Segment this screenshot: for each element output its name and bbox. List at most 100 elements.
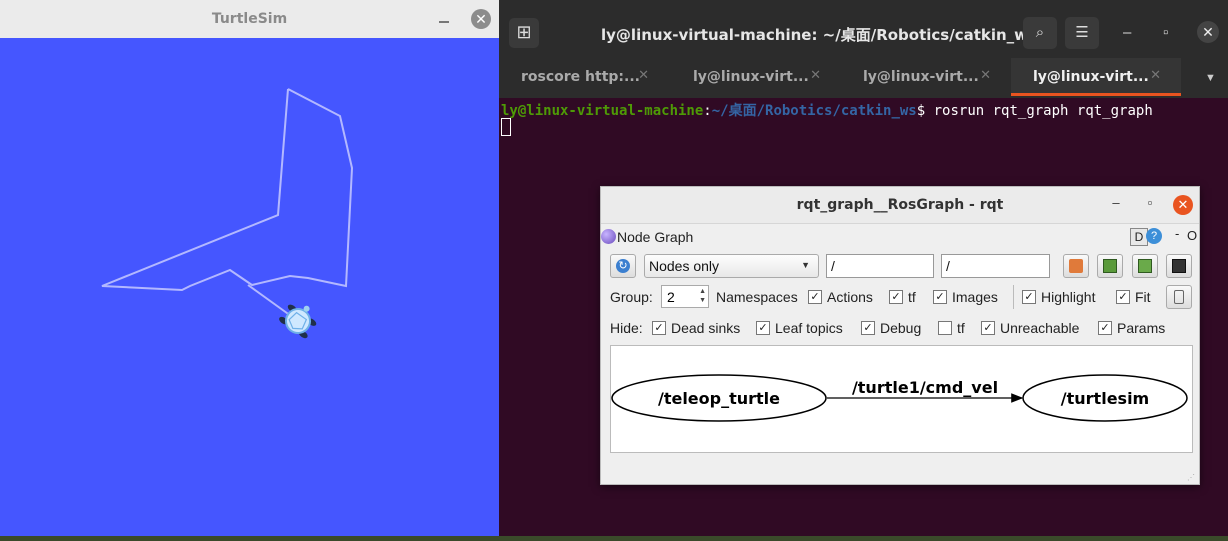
tab-roscore[interactable]: roscore http:... ✕ (499, 58, 669, 96)
search-icon[interactable]: ⌕ (1023, 17, 1057, 49)
group-value: 2 (667, 289, 675, 305)
tab-label: roscore http:... (521, 69, 640, 85)
minimize-icon[interactable] (436, 10, 452, 26)
hamburger-menu-icon[interactable]: ☰ (1065, 17, 1099, 49)
namespace-filter-input[interactable]: / (826, 254, 934, 278)
close-icon[interactable]: ✕ (1197, 21, 1219, 43)
topic-filter-value: / (946, 258, 950, 274)
leaf-topics-label: Leaf topics (775, 320, 843, 336)
refresh-icon: ↻ (616, 259, 630, 273)
tab-label: ly@linux-virt... (693, 69, 809, 85)
tab-terminal-2[interactable]: ly@linux-virt... ✕ (671, 58, 841, 96)
tab-terminal-4[interactable]: ly@linux-virt... ✕ (1011, 58, 1181, 96)
topic-filter-input[interactable]: / (941, 254, 1050, 278)
maximize-icon[interactable]: ▫ (1140, 195, 1160, 215)
fit-checkbox[interactable]: ✓ (1116, 290, 1130, 304)
prompt-separator: : (703, 103, 712, 119)
actions-label: Actions (827, 289, 873, 305)
group-label: Group: (610, 289, 653, 305)
node-graph-plugin-icon (601, 229, 616, 244)
maximize-icon[interactable]: ▫ (1163, 24, 1168, 41)
leaf-topics-checkbox[interactable]: ✓ (756, 321, 770, 335)
plugin-name: Node Graph (617, 229, 694, 245)
resize-grip-icon[interactable]: ⋰ (1187, 473, 1197, 483)
new-tab-icon[interactable]: ⊞ (509, 18, 539, 48)
display-mode-value: Nodes only (649, 258, 720, 274)
terminal-tabbar: roscore http:... ✕ ly@linux-virt... ✕ ly… (499, 58, 1228, 98)
params-checkbox[interactable]: ✓ (1098, 321, 1112, 335)
image-icon (1172, 259, 1186, 273)
prompt-path: ~/桌面/Robotics/catkin_ws (711, 103, 917, 119)
plugin-header: Node Graph D ? - O (601, 225, 1199, 249)
tab-label: ly@linux-virt... (1033, 69, 1149, 85)
unreachable-label: Unreachable (1000, 320, 1080, 336)
highlight-checkbox[interactable]: ✓ (1022, 290, 1036, 304)
tf-checkbox[interactable]: ✓ (889, 290, 903, 304)
terminal-cursor (501, 118, 511, 136)
turtle-trail (101, 88, 354, 292)
rqt-titlebar[interactable]: rqt_graph__RosGraph - rqt – ▫ ✕ (601, 187, 1199, 224)
fit-view-icon (1174, 290, 1184, 304)
minimize-plugin-button[interactable]: - (1175, 226, 1179, 241)
hide-label: Hide: (610, 320, 643, 336)
turtlesim-title: TurtleSim (211, 11, 288, 27)
turtlesim-titlebar[interactable]: TurtleSim ✕ (0, 0, 499, 39)
dead-sinks-checkbox[interactable]: ✓ (652, 321, 666, 335)
save-image-button[interactable] (1166, 254, 1192, 278)
refresh-button[interactable]: ↻ (610, 254, 636, 278)
close-tab-icon[interactable]: ✕ (1150, 68, 1161, 83)
debug-label: Debug (880, 320, 922, 336)
turtlesim-canvas (0, 38, 499, 536)
turtle-icon (279, 304, 317, 339)
group-spinbox[interactable]: 2 ▲ ▼ (661, 285, 709, 308)
fit-in-view-button[interactable] (1166, 285, 1192, 309)
images-checkbox[interactable]: ✓ (933, 290, 947, 304)
hide-row: Hide: ✓ Dead sinks ✓ Leaf topics ✓ Debug… (601, 317, 1199, 339)
tab-label: ly@linux-virt... (863, 69, 979, 85)
turtlesim-window: TurtleSim ✕ (0, 0, 499, 536)
close-tab-icon[interactable]: ✕ (810, 68, 821, 83)
tab-list-dropdown-icon[interactable]: ▼ (1205, 72, 1216, 84)
prompt-user: ly@linux-virtual-machine (501, 103, 704, 119)
ros-graph: /teleop_turtle /turtle1/cmd_vel /turtles… (611, 374, 1188, 422)
namespace-filter-value: / (831, 258, 835, 274)
debug-checkbox[interactable]: ✓ (861, 321, 875, 335)
turtle-trail-drawing (101, 88, 354, 339)
terminal-prompt-line: ly@linux-virtual-machine:~/桌面/Robotics/c… (501, 100, 1153, 120)
display-mode-select[interactable]: Nodes only ▼ (644, 254, 819, 278)
save-image-icon (1138, 259, 1152, 273)
edge-cmd-vel-label: /turtle1/cmd_vel (852, 378, 998, 397)
unreachable-checkbox[interactable]: ✓ (981, 321, 995, 335)
chevron-down-icon: ▼ (801, 260, 810, 270)
close-plugin-button[interactable]: O (1187, 228, 1197, 243)
load-dot-button[interactable] (1063, 254, 1089, 278)
spin-up-icon[interactable]: ▲ (699, 288, 706, 295)
close-icon[interactable]: ✕ (1173, 195, 1193, 215)
namespaces-checkbox[interactable]: ✓ (808, 290, 822, 304)
dead-sinks-label: Dead sinks (671, 320, 741, 336)
close-tab-icon[interactable]: ✕ (980, 68, 991, 83)
save-dot-button[interactable] (1097, 254, 1123, 278)
help-icon[interactable]: ? (1146, 228, 1162, 244)
tab-terminal-3[interactable]: ly@linux-virt... ✕ (841, 58, 1011, 96)
namespaces-label: Namespaces (716, 289, 798, 305)
save-icon (1103, 259, 1117, 273)
hide-tf-label: tf (957, 320, 965, 336)
node-teleop-turtle-label: /teleop_turtle (658, 389, 780, 408)
node-turtlesim-label: /turtlesim (1061, 389, 1149, 408)
params-label: Params (1117, 320, 1166, 336)
fit-label: Fit (1135, 289, 1151, 305)
minimize-icon[interactable]: – (1123, 24, 1131, 41)
graph-toolbar: ↻ Nodes only ▼ / / (601, 254, 1199, 280)
hide-tf-checkbox[interactable] (938, 321, 952, 335)
graph-view[interactable]: /teleop_turtle /turtle1/cmd_vel /turtles… (610, 345, 1193, 453)
command-text: rosrun rqt_graph rqt_graph (933, 103, 1153, 119)
prompt-end: $ (916, 103, 934, 119)
spin-down-icon[interactable]: ▼ (699, 297, 706, 304)
save-svg-button[interactable] (1132, 254, 1158, 278)
close-tab-icon[interactable]: ✕ (638, 68, 649, 83)
terminal-headerbar[interactable]: ⊞ ly@linux-virtual-machine: ~/桌面/Robotic… (499, 0, 1228, 66)
minimize-icon[interactable]: – (1106, 195, 1126, 215)
toolbar-separator (1013, 285, 1014, 309)
close-icon[interactable]: ✕ (471, 9, 491, 29)
